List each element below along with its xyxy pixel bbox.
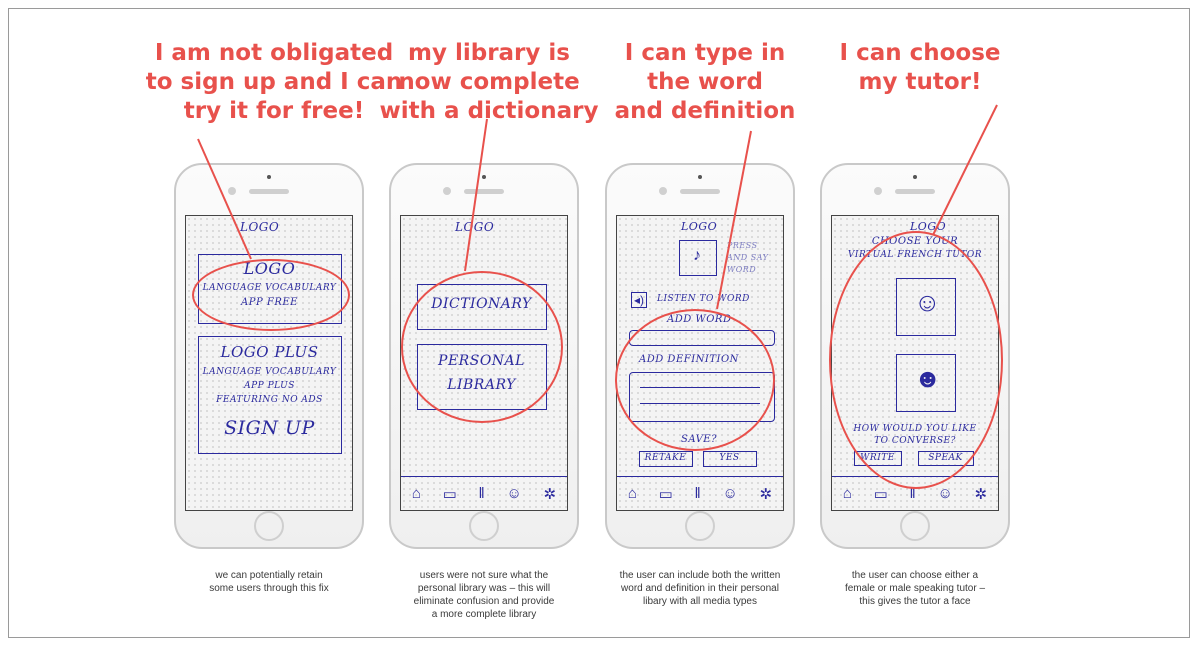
plus-box-line: APP PLUS (244, 381, 295, 391)
top-logo: LOGO (455, 220, 495, 234)
highlight-circle-tutor (829, 231, 1003, 489)
headline: I can choose my tutor! (790, 39, 1050, 97)
sensor (913, 175, 917, 179)
speaker-icon[interactable]: ◂) (631, 292, 648, 308)
caption: the user can include both the written wo… (605, 569, 795, 608)
camera (874, 187, 882, 195)
books-sketch-icon[interactable]: ‖ (695, 485, 701, 502)
retake-button[interactable]: RETAKE (639, 451, 693, 467)
yes-button[interactable]: YES (703, 451, 757, 467)
highlight-circle-free (192, 259, 350, 331)
sensor (698, 175, 702, 179)
caption-line: word and definition in their personal (621, 583, 779, 594)
press-say-line: AND SAY (727, 253, 769, 262)
chat-sketch-icon[interactable]: ▭ (443, 485, 457, 503)
speaker (680, 189, 720, 194)
headline-line: I can choose (839, 40, 1001, 66)
highlight-circle-library (401, 271, 563, 423)
caption-line: this gives the tutor a face (859, 596, 971, 607)
caption-line: the user can include both the written (619, 570, 781, 581)
headline-line: my tutor! (858, 69, 982, 95)
bottom-nav: ⌂ ▭ ‖ ☺ ✲ (617, 476, 783, 510)
caption: the user can choose either a female or m… (820, 569, 1010, 608)
home-sketch-icon[interactable]: ⌂ (843, 485, 852, 502)
plus-app-box[interactable]: LOGO PLUS LANGUAGE VOCABULARY APP PLUS F… (198, 336, 342, 454)
books-sketch-icon[interactable]: ‖ (479, 485, 485, 502)
press-say-line: WORD (727, 265, 757, 274)
caption-line: personal library was – this will (417, 583, 551, 594)
sign-up-button[interactable]: SIGN UP (199, 417, 340, 439)
people-sketch-icon[interactable]: ☺ (506, 485, 521, 502)
home-button[interactable] (254, 511, 284, 541)
caption-line: libary with all media types (643, 596, 757, 607)
people-sketch-icon[interactable]: ☺ (722, 485, 737, 502)
sensor (267, 175, 271, 179)
camera (443, 187, 451, 195)
home-button[interactable] (900, 511, 930, 541)
listen-to-word-label[interactable]: LISTEN TO WORD (657, 294, 750, 304)
speaker (249, 189, 289, 194)
caption-line: a more complete library (431, 609, 537, 620)
speaker (464, 189, 504, 194)
caption: we can potentially retain some users thr… (174, 569, 364, 595)
speaker (895, 189, 935, 194)
home-button[interactable] (469, 511, 499, 541)
camera (659, 187, 667, 195)
caption-line: some users through this fix (209, 583, 329, 594)
microphone-button[interactable]: ♪ (679, 240, 717, 276)
headline-line: and definition (614, 98, 796, 124)
retake-label: RETAKE (644, 453, 687, 463)
gear-sketch-icon[interactable]: ✲ (975, 485, 988, 503)
home-button[interactable] (685, 511, 715, 541)
home-sketch-icon[interactable]: ⌂ (628, 485, 637, 502)
gear-sketch-icon[interactable]: ✲ (760, 485, 773, 503)
plus-box-title: LOGO PLUS (220, 343, 319, 361)
caption-line: users were not sure what the (419, 570, 549, 581)
caption: users were not sure what the personal li… (389, 569, 579, 621)
camera (228, 187, 236, 195)
top-logo: LOGO (240, 220, 280, 234)
phone-mockup: LOGO LOGO LANGUAGE VOCABULARY APP FREE L… (174, 163, 364, 549)
caption-line: eliminate confusion and provide (413, 596, 555, 607)
sensor (482, 175, 486, 179)
microphone-icon: ♪ (693, 247, 701, 264)
chat-sketch-icon[interactable]: ▭ (874, 485, 888, 503)
yes-label: YES (719, 453, 740, 463)
highlight-circle-word (615, 309, 775, 451)
caption-line: we can potentially retain (215, 570, 323, 581)
top-logo: LOGO (681, 220, 718, 233)
caption-line: the user can choose either a (851, 570, 979, 581)
bottom-nav: ⌂ ▭ ‖ ☺ ✲ (401, 476, 567, 510)
storyboard-frame: I am not obligated to sign up and I can … (8, 8, 1190, 638)
chat-sketch-icon[interactable]: ▭ (659, 485, 673, 503)
gear-sketch-icon[interactable]: ✲ (544, 485, 557, 503)
people-sketch-icon[interactable]: ☺ (937, 485, 952, 502)
home-sketch-icon[interactable]: ⌂ (412, 485, 421, 502)
plus-box-line: LANGUAGE VOCABULARY (202, 367, 337, 377)
caption-line: female or male speaking tutor – (844, 583, 986, 594)
plus-box-line: FEATURING NO ADS (216, 395, 323, 405)
press-say-line: PRESS (727, 241, 758, 250)
